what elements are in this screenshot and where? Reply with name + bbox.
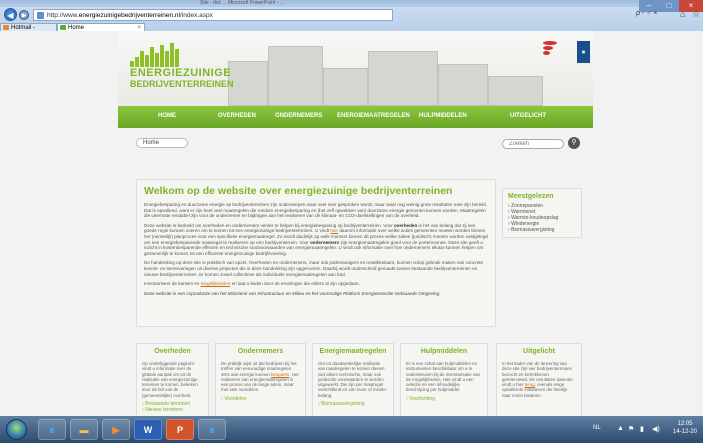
browser-chrome: Site - doc ... Microsoft PowerPoint - ..… [0,0,703,39]
back-arrow-icon: ◀ [7,11,14,20]
hier-link[interactable]: hier [330,228,338,233]
overheden-column: Overheden Op onderliggende pagina's vind… [136,343,209,423]
main-navigation: HOME OVERHEDEN ONDERNEMERS ENERGIEMAATRE… [118,106,593,128]
start-button[interactable] [6,419,27,440]
search-button[interactable]: ⚲ [568,137,580,149]
nav-item-uitgelicht[interactable]: UITGELICHT [510,106,546,126]
site-favicon-icon [60,25,66,30]
meestgelezen-title: Meestgelezen [508,193,554,200]
url-prefix: http://www. [47,12,79,19]
ondernemers-column: Ondernemers De praktijk wijst uit dat be… [215,343,306,423]
clock-time: 12:05 [677,421,693,427]
energiemaatregelen-column: Energiemaatregelen Om tot daadwerkelijke… [312,343,394,423]
address-tools[interactable]: ρ - ♂ × [636,10,658,17]
system-clock[interactable]: 12:05 14-12-20 [668,420,702,436]
energiemaatregelen-heading[interactable]: Energiemaatregelen [318,348,388,355]
terug-link[interactable]: terug [525,382,535,387]
forward-button[interactable]: ▶ [19,10,29,20]
web-page: ENERGIEZUINIGE BEDRIJVENTERREINEN ▣ HOME… [0,31,703,423]
maximize-button[interactable]: □ [659,0,679,12]
nav-item-hulpmiddelen[interactable]: HULPMIDDELEN [419,106,467,126]
file-explorer-taskbar-icon[interactable]: ▬ [70,419,98,440]
meestgelezen-item[interactable]: › Biomassavergisting [508,227,576,233]
hulpmiddelen-text: Er is een schat aan hulpmiddelen en inst… [406,361,480,393]
header-building-photo [228,61,268,106]
header-building-photo [368,51,438,106]
back-button[interactable]: ◀ [4,8,17,21]
logo-text-line1[interactable]: ENERGIEZUINIGE [130,67,231,79]
internet-explorer-active-taskbar-icon[interactable]: e [198,419,226,440]
handreiking-paragraph: De handreiking op deze site is praktisch… [144,260,484,277]
url-host: energiezuinigebedrijventerreinen.nl [78,12,180,19]
search-input[interactable] [502,139,564,149]
partner-logo-icon [543,41,557,59]
title-bar: Site - doc ... Microsoft PowerPoint - ..… [0,0,703,7]
welcome-section: Welkom op de website over energiezuinige… [136,179,496,327]
word-taskbar-icon[interactable]: W [134,419,162,440]
page-title: Welkom op de website over energiezuinige… [144,185,453,197]
nav-item-home[interactable]: HOME [158,106,176,126]
inventariseer-paragraph: Inventariseer de kansen en mogelijkheden… [144,281,360,287]
nav-item-ondernemers[interactable]: ONDERNEMERS [275,106,322,126]
volume-icon[interactable]: ◀) [652,425,660,433]
intro-paragraph: Energiebesparing en duurzame energie op … [144,202,488,219]
internet-explorer-taskbar-icon[interactable]: e [38,419,66,440]
site-header: ENERGIEZUINIGE BEDRIJVENTERREINEN ▣ [118,31,593,106]
breadcrumb[interactable]: Home [136,138,188,148]
header-building-photo [323,68,368,106]
media-player-taskbar-icon[interactable]: ▶ [102,419,130,440]
uitgelicht-column: Uitgelicht In het kader van de lancering… [496,343,582,423]
audience-paragraph: Deze website is bedoeld om overheden en … [144,222,488,256]
page-icon [37,12,44,19]
favorites-star-icon[interactable]: ☆ [692,9,700,20]
window-title: Site - doc ... Microsoft PowerPoint - ..… [200,0,284,6]
forward-arrow-icon: ▶ [21,13,27,19]
besparen-link[interactable]: besparen [271,372,289,377]
header-building-photo [438,64,488,106]
language-indicator[interactable]: NL [593,425,601,431]
action-center-flag-icon[interactable]: ⚑ [628,425,634,433]
tab-home[interactable]: Home × [57,23,145,31]
home-icon[interactable]: ⌂ [680,9,685,19]
overheden-link[interactable]: › Nieuwe terreinen [142,407,203,413]
nav-item-overheden[interactable]: OVERHEDEN [218,106,256,126]
overheden-text: Op onderliggende pagina's vindt u inform… [142,361,198,398]
ondernemers-heading[interactable]: Ondernemers [221,348,300,355]
ministry-emblem-icon: ▣ [577,41,590,63]
header-building-photo [488,76,543,106]
energiemaatregelen-text: Om tot daadwerkelijke realisatie van maa… [318,361,387,398]
uitgelicht-text: In het kader van de lancering van deze s… [502,361,573,398]
nav-item-energiemaatregelen[interactable]: ENERGIEMAATREGELEN [337,106,410,126]
hulpmiddelen-column: Hulpmiddelen Er is een schat aan hulpmid… [400,343,488,423]
tab-hotmail[interactable]: Hotmail - akker8@... [0,23,57,39]
hotmail-favicon-icon [3,25,9,30]
tab-bar: Hotmail - akker8@... Home × [0,22,703,39]
mogelijkheden-link[interactable]: mogelijkheden [201,281,231,286]
powerpoint-taskbar-icon[interactable]: P [166,419,194,440]
taskbar: e ▬ ▶ W P e NL ▲ ⚑ ▮ ◀) 12:05 14-12-20 [0,416,703,443]
overheden-heading[interactable]: Overheden [142,348,203,355]
ondernemers-link[interactable]: › Voordelen [221,396,300,402]
header-building-photo [268,46,323,106]
coproductie-paragraph: Deze website is een coproductie van het … [144,290,441,296]
energiemaatregelen-link[interactable]: › Biomassavergisting [318,401,388,407]
hulpmiddelen-heading[interactable]: Hulpmiddelen [406,348,482,355]
uitgelicht-heading[interactable]: Uitgelicht [502,348,576,355]
clock-date: 14-12-20 [672,429,698,435]
address-bar[interactable]: http://www.energiezuinigebedrijventerrei… [33,9,393,21]
show-hidden-icons-icon[interactable]: ▲ [617,425,624,432]
hulpmiddelen-link[interactable]: › Voorlichting [406,396,482,402]
network-icon[interactable]: ▮ [640,425,644,433]
search-icon: ⚲ [571,139,577,146]
logo-text-line2[interactable]: BEDRIJVENTERREINEN [130,79,234,89]
meestgelezen-box: Meestgelezen › Zonnepanelen › Warmtenet … [502,188,582,238]
ondernemers-text: De praktijk wijst uit dat bedrijven bij … [221,361,299,393]
url-path: /index.aspx [179,12,213,19]
